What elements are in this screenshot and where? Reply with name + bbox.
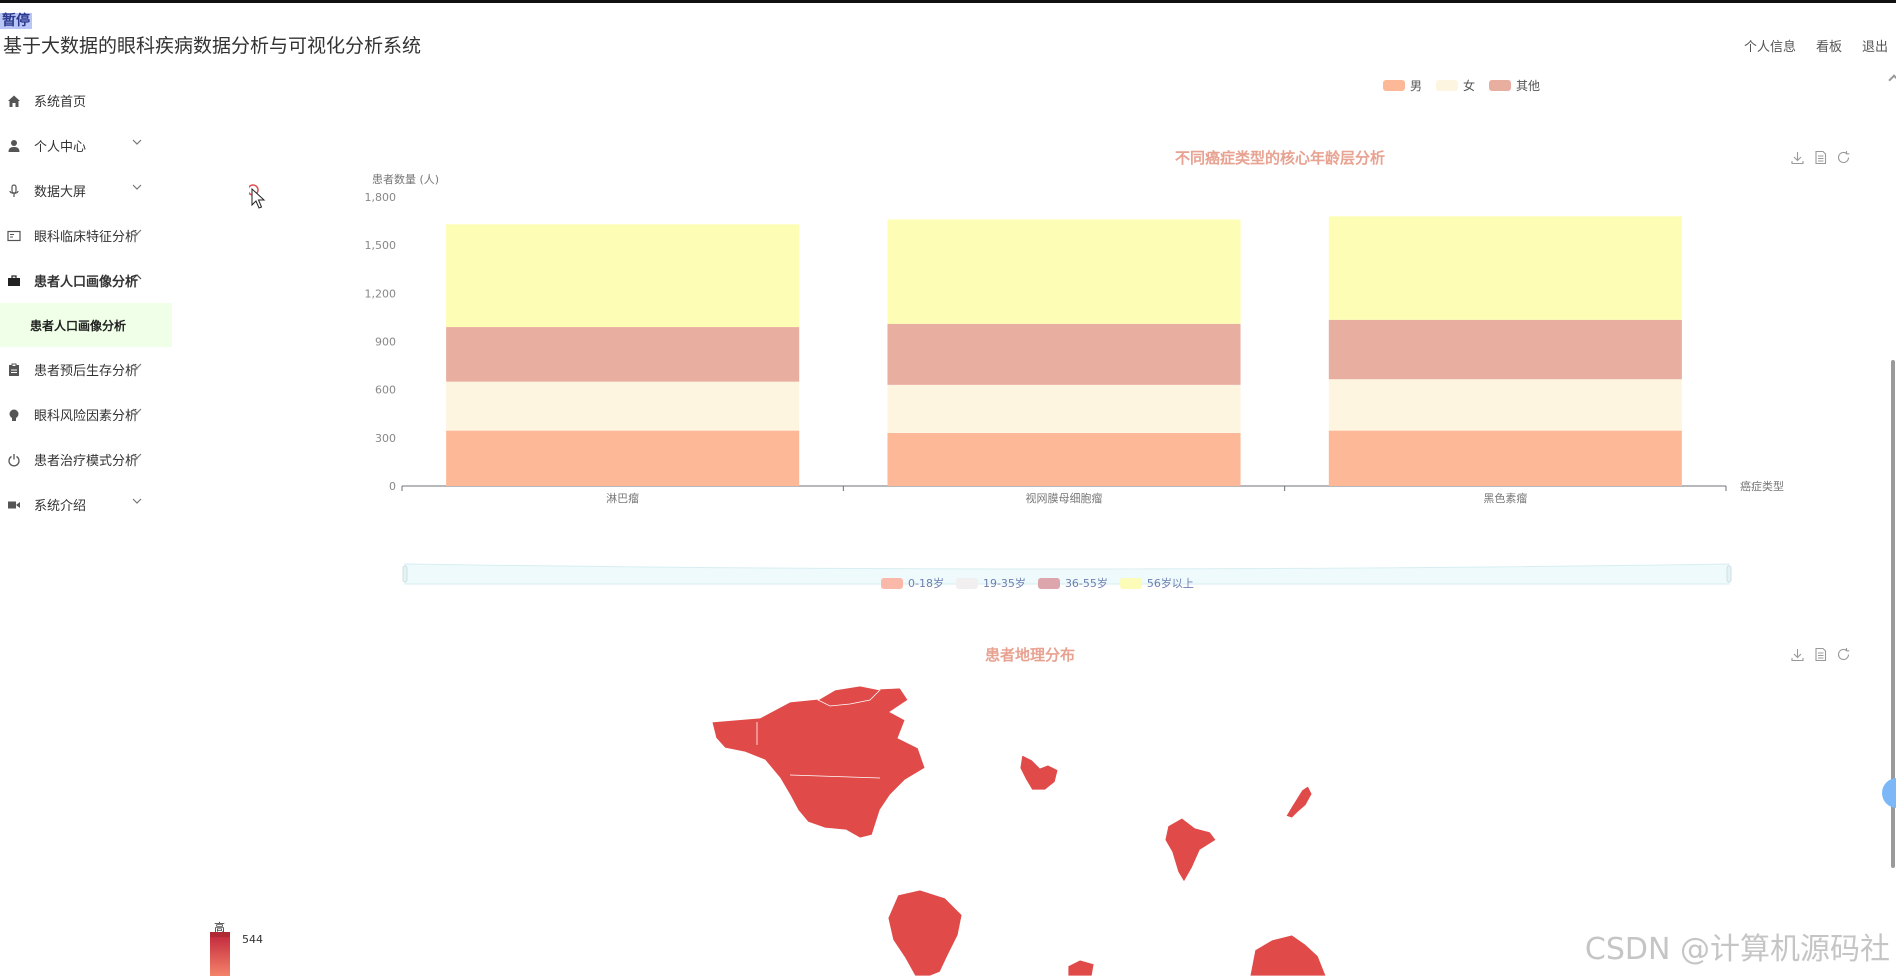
bar-segment-1 [1328, 379, 1682, 431]
legend-swatch [955, 577, 978, 589]
map-region-south-america[interactable] [887, 889, 963, 976]
legend-swatch [1119, 577, 1142, 589]
visual-map-high-label: 高 [214, 921, 225, 934]
bar-segment-2 [1328, 319, 1682, 380]
map-region-north-america[interactable] [711, 687, 926, 839]
legend-label: 36-55岁 [1064, 577, 1108, 590]
y-tick-label: 0 [389, 480, 396, 493]
watermark: CSDN @计算机源码社 [1584, 932, 1890, 967]
y-axis-label: 患者数量 (人) [372, 173, 439, 186]
x-axis-label: 癌症类型 [1740, 479, 1784, 493]
visual-map-value: 544 [242, 933, 263, 946]
map-region-africa[interactable] [1067, 959, 1095, 976]
bar-segment-3 [1328, 216, 1682, 320]
bar-segment-3 [446, 224, 800, 328]
y-tick-label: 600 [375, 384, 396, 397]
legend-item-age-0-18[interactable]: 0-18岁 [881, 575, 944, 591]
legend-item-age-19-35[interactable]: 19-35岁 [955, 575, 1026, 591]
bar-segment-2 [887, 323, 1241, 385]
map-region-europe[interactable] [1019, 754, 1059, 791]
x-tick-label: 淋巴瘤 [606, 491, 639, 505]
map-region-greenland-islands[interactable] [817, 685, 881, 707]
data-view-icon[interactable] [1813, 647, 1828, 662]
float-handle[interactable] [1882, 778, 1896, 808]
legend-label: 19-35岁 [982, 577, 1026, 590]
legend-label: 0-18岁 [908, 577, 944, 590]
bar-segment-1 [446, 381, 800, 431]
y-tick-label: 900 [375, 336, 396, 349]
map-region-japan[interactable] [1285, 785, 1313, 819]
map-region-india[interactable] [1164, 817, 1217, 883]
y-tick-label: 1,200 [365, 287, 397, 300]
x-tick-label: 视网膜母细胞瘤 [1026, 491, 1103, 505]
bar-segment-1 [887, 384, 1241, 434]
bar-segment-0 [446, 430, 800, 486]
bar-segment-0 [887, 433, 1241, 486]
legend-item-age-36-55[interactable]: 36-55岁 [1037, 575, 1108, 591]
legend-swatch [1037, 577, 1060, 589]
map-region-australia[interactable] [1249, 934, 1327, 976]
map-chart-title: 患者地理分布 [984, 646, 1075, 664]
refresh-icon[interactable] [1836, 647, 1851, 662]
age-legend: 0-18岁 19-35岁 36-55岁 56岁以上 [881, 575, 1194, 591]
bar-segment-2 [446, 327, 800, 382]
legend-swatch [881, 577, 903, 589]
map-chart-toolbox [1790, 647, 1851, 662]
bar-segment-0 [1328, 430, 1682, 486]
legend-item-age-56-plus[interactable]: 56岁以上 [1119, 575, 1194, 591]
bar-segment-3 [887, 219, 1241, 324]
legend-label: 56岁以上 [1146, 577, 1194, 590]
download-icon[interactable] [1790, 647, 1805, 662]
y-tick-label: 1,500 [365, 239, 397, 252]
y-tick-label: 300 [375, 432, 396, 445]
x-tick-label: 黑色素瘤 [1483, 491, 1527, 505]
y-tick-label: 1,800 [365, 191, 397, 204]
age-bar-chart: 患者数量 (人) 0 300 600 900 1,200 1,500 1,800 淋巴瘤 视网膜母… [365, 173, 1785, 505]
